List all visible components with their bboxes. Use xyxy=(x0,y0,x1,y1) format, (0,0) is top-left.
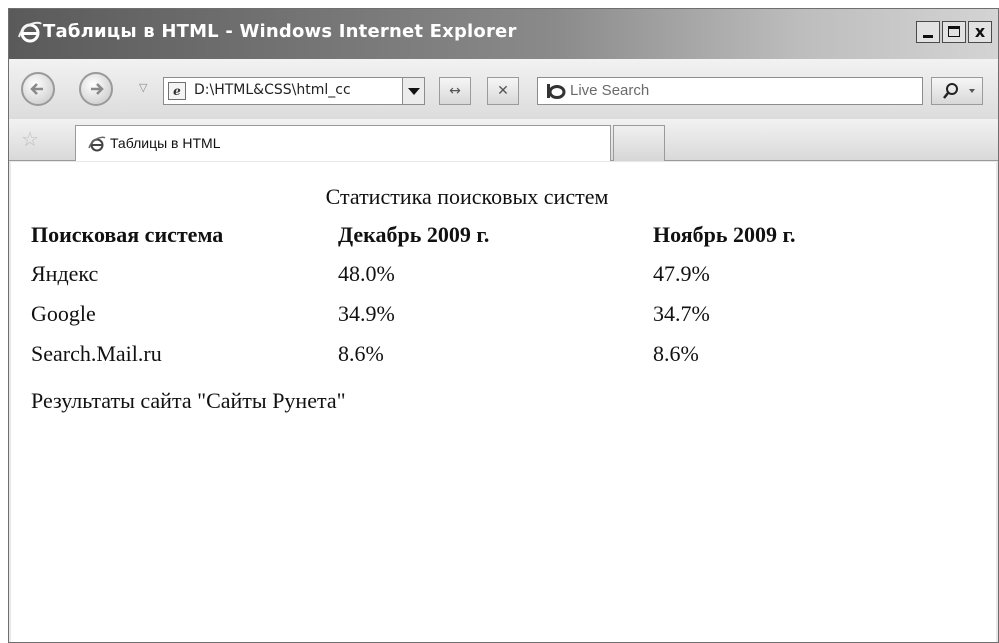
tab-label: Таблицы в HTML xyxy=(110,135,221,151)
cell-december: 8.6% xyxy=(338,341,384,366)
page-content: Статистика поисковых систем Поисковая си… xyxy=(11,162,996,642)
maximize-icon xyxy=(948,26,960,37)
cell-december: 48.0% xyxy=(338,261,395,286)
back-arrow-icon xyxy=(30,83,43,95)
live-search-logo-icon xyxy=(547,84,566,99)
navigation-bar: ▽ e D:\HTML&CSS\html_cc ↔ ✕ Live Search xyxy=(9,59,998,119)
page-icon: e xyxy=(168,82,186,100)
address-dropdown-button[interactable] xyxy=(402,78,424,104)
header-december: Декабрь 2009 г. xyxy=(338,222,490,247)
cell-december: 34.9% xyxy=(338,301,395,326)
window-title: Таблицы в HTML - Windows Internet Explor… xyxy=(43,21,517,42)
magnifier-icon xyxy=(943,83,975,99)
table-footnote: Результаты сайта "Сайты Рунета" xyxy=(31,388,346,413)
forward-arrow-icon xyxy=(91,83,104,95)
refresh-icon: ↔ xyxy=(449,83,461,99)
stop-button[interactable]: ✕ xyxy=(487,77,519,105)
title-bar: Таблицы в HTML - Windows Internet Explor… xyxy=(9,9,998,59)
minimize-button[interactable] xyxy=(916,21,940,43)
cell-november: 47.9% xyxy=(653,261,710,286)
cell-engine: Яндекс xyxy=(31,261,99,286)
new-tab-button[interactable] xyxy=(613,125,665,161)
minimize-icon xyxy=(923,35,933,38)
favorites-star-icon[interactable]: ☆ xyxy=(21,129,39,149)
cell-november: 34.7% xyxy=(653,301,710,326)
cell-engine: Google xyxy=(31,301,96,326)
forward-button[interactable] xyxy=(79,72,113,106)
table-caption: Статистика поисковых систем xyxy=(325,184,609,209)
favorites-bar: ☆ Таблицы в HTML xyxy=(9,119,998,161)
header-search-engine: Поисковая система xyxy=(31,222,224,247)
search-box[interactable]: Live Search xyxy=(537,77,923,105)
close-icon: x xyxy=(974,22,986,41)
address-field[interactable]: D:\HTML&CSS\html_cc xyxy=(194,82,351,98)
table-row: Search.Mail.ru 8.6% 8.6% xyxy=(31,334,903,374)
cell-november: 8.6% xyxy=(653,341,699,366)
search-input[interactable]: Live Search xyxy=(570,82,649,99)
search-button[interactable] xyxy=(931,77,983,105)
stop-icon: ✕ xyxy=(497,83,509,99)
back-button[interactable] xyxy=(21,72,55,106)
stats-table: Статистика поисковых систем Поисковая си… xyxy=(31,184,903,374)
browser-window: Таблицы в HTML - Windows Internet Explor… xyxy=(8,8,999,643)
table-header-row: Поисковая система Декабрь 2009 г. Ноябрь… xyxy=(31,216,903,254)
address-bar[interactable]: e D:\HTML&CSS\html_cc xyxy=(163,77,425,105)
ie-page-icon xyxy=(88,136,106,152)
header-november: Ноябрь 2009 г. xyxy=(653,222,796,247)
table-row: Яндекс 48.0% 47.9% xyxy=(31,254,903,294)
table-row: Google 34.9% 34.7% xyxy=(31,294,903,334)
ie-logo-icon xyxy=(18,21,42,43)
cell-engine: Search.Mail.ru xyxy=(31,341,162,366)
window-controls: x xyxy=(916,21,992,43)
history-dropdown-icon[interactable]: ▽ xyxy=(139,81,147,94)
maximize-button[interactable] xyxy=(942,21,966,43)
refresh-button[interactable]: ↔ xyxy=(439,77,471,105)
tab-tables-in-html[interactable]: Таблицы в HTML xyxy=(75,125,611,161)
close-button[interactable]: x xyxy=(968,21,992,43)
